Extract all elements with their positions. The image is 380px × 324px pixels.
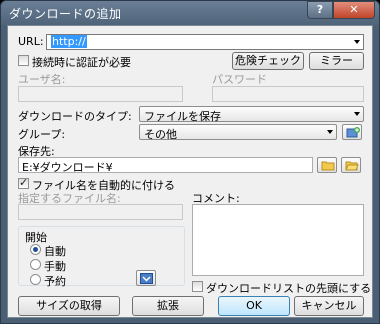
danger-check-button[interactable]: 危険チェック xyxy=(232,52,304,70)
browse-folder-button-2[interactable] xyxy=(341,157,361,173)
url-value[interactable]: http:// xyxy=(51,35,87,48)
comment-textarea[interactable] xyxy=(192,204,364,276)
start-schedule-radio[interactable] xyxy=(30,274,41,285)
chevron-down-icon[interactable] xyxy=(354,40,360,44)
folder-open-icon xyxy=(345,161,359,171)
queue-top-checkbox[interactable] xyxy=(192,281,203,292)
start-auto-label: 自動 xyxy=(44,245,66,258)
start-schedule-label: 予約 xyxy=(44,275,66,288)
download-type-select[interactable]: ファイルを保存 xyxy=(139,106,364,123)
window-title: ダウンロードの追加 xyxy=(9,7,122,21)
start-manual-label: 手動 xyxy=(44,260,66,273)
filename-field[interactable] xyxy=(18,204,183,220)
start-auto-radio[interactable] xyxy=(30,244,41,255)
start-manual-radio[interactable] xyxy=(30,259,41,270)
url-label: URL: xyxy=(18,35,44,48)
password-label: パスワード xyxy=(212,73,267,86)
auto-name-checkbox[interactable] xyxy=(18,176,29,189)
ok-button[interactable]: OK xyxy=(218,296,290,316)
group-select[interactable]: その他 xyxy=(139,124,337,141)
dialog-window: ダウンロードの追加 ? ✕ URL: http:// 接続時に認証が必要 危険チ… xyxy=(0,0,380,324)
password-field[interactable] xyxy=(212,86,364,102)
auth-label: 接続時に認証が必要 xyxy=(32,56,131,69)
download-type-value: ファイルを保存 xyxy=(144,110,221,123)
queue-top-label: ダウンロードリストの先頭にする xyxy=(206,282,372,295)
auth-checkbox[interactable] xyxy=(18,55,29,66)
calendar-icon xyxy=(140,273,153,284)
close-button[interactable]: ✕ xyxy=(333,1,375,19)
save-to-field[interactable]: E:¥ダウンロード¥ xyxy=(18,157,313,174)
add-group-button[interactable] xyxy=(342,124,362,140)
title-bar[interactable]: ダウンロードの追加 ? ✕ xyxy=(1,1,379,25)
expand-button[interactable]: 拡張 xyxy=(132,296,204,316)
add-group-icon xyxy=(346,127,360,138)
username-field[interactable] xyxy=(18,86,183,102)
group-label: グループ: xyxy=(18,128,66,141)
save-to-value: E:¥ダウンロード¥ xyxy=(22,161,113,174)
group-value: その他 xyxy=(144,128,177,141)
chevron-down-icon xyxy=(327,130,333,134)
download-type-label: ダウンロードのタイプ: xyxy=(18,110,132,123)
dialog-body: URL: http:// 接続時に認証が必要 危険チェック ミラー ユーザ名: … xyxy=(7,25,373,318)
browse-folder-button[interactable] xyxy=(317,157,337,173)
url-combobox[interactable]: http:// xyxy=(46,34,364,50)
username-label: ユーザ名: xyxy=(18,73,66,86)
cancel-button[interactable]: キャンセル xyxy=(294,296,364,316)
folder-icon xyxy=(321,161,335,171)
mirror-button[interactable]: ミラー xyxy=(309,52,364,70)
chevron-down-icon xyxy=(354,112,360,116)
help-button[interactable]: ? xyxy=(307,1,333,19)
schedule-button[interactable] xyxy=(136,270,156,286)
get-size-button[interactable]: サイズの取得 xyxy=(18,296,120,316)
